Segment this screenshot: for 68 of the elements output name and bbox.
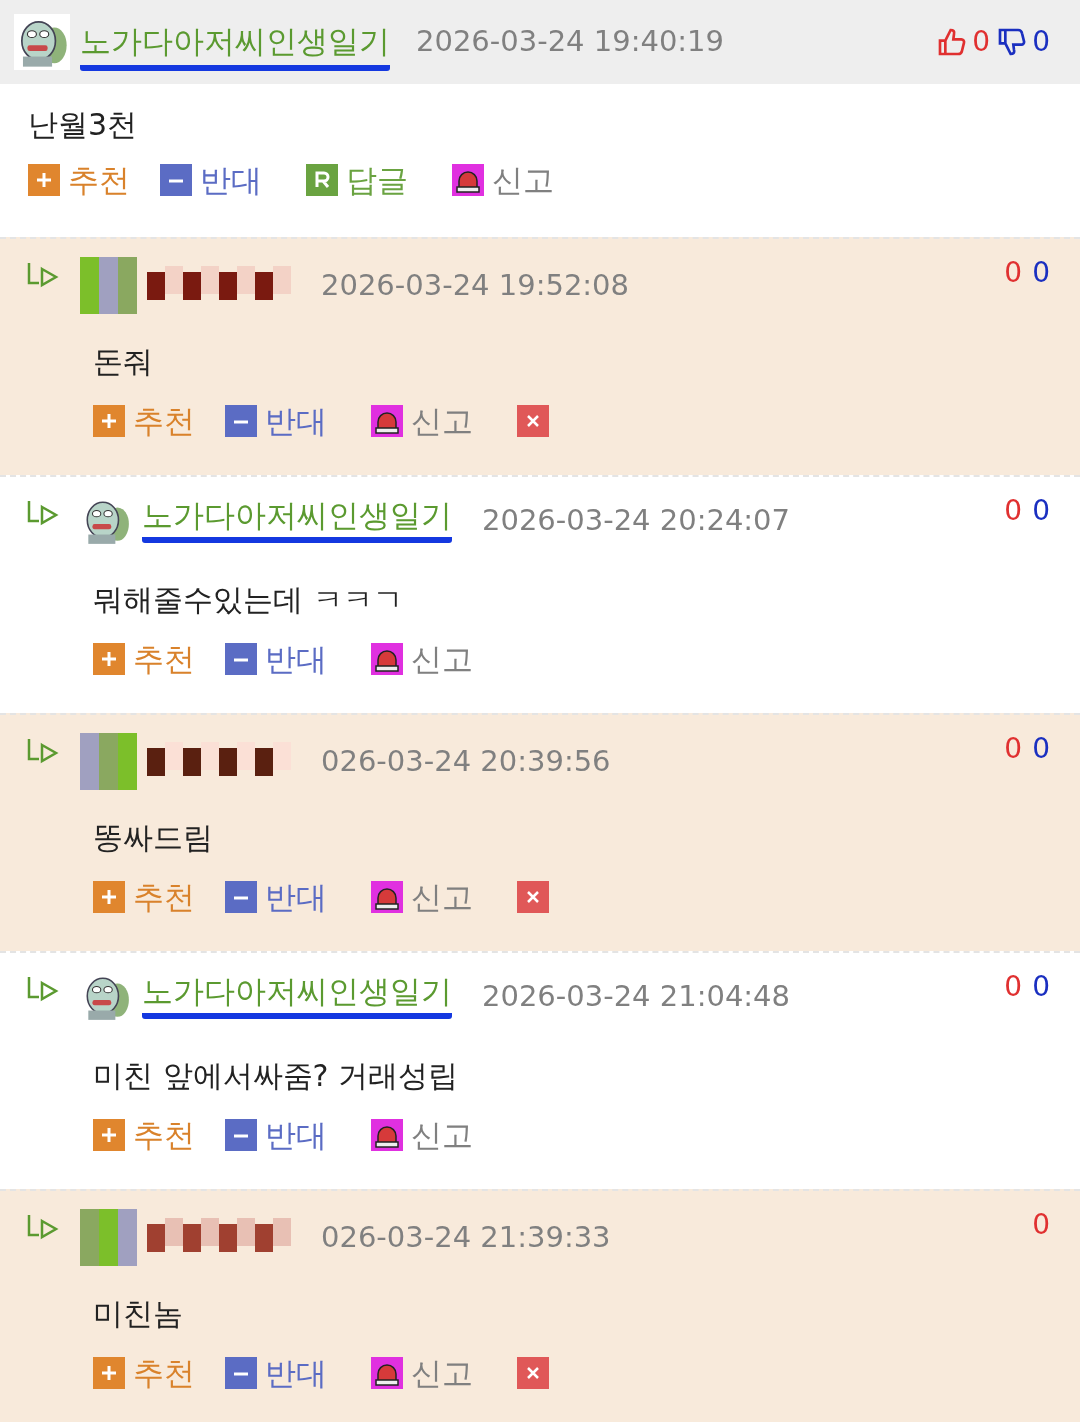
like-count: 0	[1004, 259, 1023, 287]
recommend-link[interactable]: 추천	[68, 164, 130, 196]
siren-icon	[452, 164, 484, 196]
minus-icon	[225, 405, 257, 437]
comment-time: 2026-03-24 20:24:07	[482, 502, 790, 540]
siren-icon	[371, 1119, 403, 1151]
comment-time: 2026-03-24 21:04:48	[482, 978, 790, 1016]
dislike-count: 0	[1032, 28, 1050, 56]
plus-icon	[93, 1119, 125, 1151]
avatar-icon	[14, 14, 70, 70]
siren-icon	[371, 405, 403, 437]
like-count: 0	[1004, 973, 1023, 1001]
author-name[interactable]: 노가다아저씨인생일기	[142, 975, 452, 1019]
like-count: 0	[1032, 1211, 1050, 1239]
comment-time: 2026-03-24 19:40:19	[416, 23, 724, 61]
delete-icon[interactable]	[517, 1357, 549, 1389]
minus-icon	[225, 1119, 257, 1151]
dislike-count: 0	[1032, 735, 1050, 763]
minus-icon	[225, 1357, 257, 1389]
plus-icon	[93, 405, 125, 437]
recommend-link[interactable]: 추천	[133, 1119, 195, 1151]
recommend-link[interactable]: 추천	[133, 881, 195, 913]
oppose-link[interactable]: 반대	[200, 164, 262, 196]
dislike-count: 0	[1032, 497, 1050, 525]
comment-time: 026-03-24 20:39:56	[321, 742, 611, 780]
siren-icon	[371, 1357, 403, 1389]
report-link[interactable]: 신고	[492, 164, 554, 196]
plus-icon	[93, 1357, 125, 1389]
minus-icon	[160, 164, 192, 196]
reply-icon	[306, 164, 338, 196]
oppose-link[interactable]: 반대	[265, 405, 327, 437]
comment-text: 뭐해줄수있는데 ㅋㅋㄱ	[93, 582, 403, 617]
reply-link[interactable]: 답글	[346, 164, 408, 196]
author-name[interactable]: 노가다아저씨인생일기	[142, 499, 452, 543]
oppose-link[interactable]: 반대	[265, 643, 327, 675]
report-link[interactable]: 신고	[411, 405, 473, 437]
comment-time: 2026-03-24 19:52:08	[321, 266, 629, 304]
report-link[interactable]: 신고	[411, 1357, 473, 1389]
oppose-link[interactable]: 반대	[265, 881, 327, 913]
comment-text: 미친놈	[93, 1296, 183, 1331]
dislike-count: 0	[1032, 973, 1050, 1001]
like-count: 0	[1004, 497, 1023, 525]
delete-icon[interactable]	[517, 405, 549, 437]
author-name[interactable]: 노가다아저씨인생일기	[80, 22, 390, 71]
minus-icon	[225, 881, 257, 913]
recommend-link[interactable]: 추천	[133, 643, 195, 675]
oppose-link[interactable]: 반대	[265, 1357, 327, 1389]
comment-text: 돈줘	[93, 344, 153, 379]
plus-icon	[28, 164, 60, 196]
report-link[interactable]: 신고	[411, 643, 473, 675]
report-link[interactable]: 신고	[411, 881, 473, 913]
comment-text: 미친 앞에서싸줌? 거래성립	[93, 1058, 458, 1093]
comment-text: 똥싸드림	[93, 820, 213, 855]
report-link[interactable]: 신고	[411, 1119, 473, 1151]
oppose-link[interactable]: 반대	[265, 1119, 327, 1151]
delete-icon[interactable]	[517, 881, 549, 913]
recommend-link[interactable]: 추천	[133, 405, 195, 437]
comment-text: 난월3천	[28, 107, 138, 142]
plus-icon	[93, 643, 125, 675]
siren-icon	[371, 643, 403, 675]
like-count: 0	[1004, 735, 1023, 763]
minus-icon	[225, 643, 257, 675]
dislike-count: 0	[1032, 259, 1050, 287]
plus-icon	[93, 881, 125, 913]
siren-icon	[371, 881, 403, 913]
recommend-link[interactable]: 추천	[133, 1357, 195, 1389]
comment-time: 026-03-24 21:39:33	[321, 1218, 611, 1256]
like-count: 0	[972, 28, 991, 56]
